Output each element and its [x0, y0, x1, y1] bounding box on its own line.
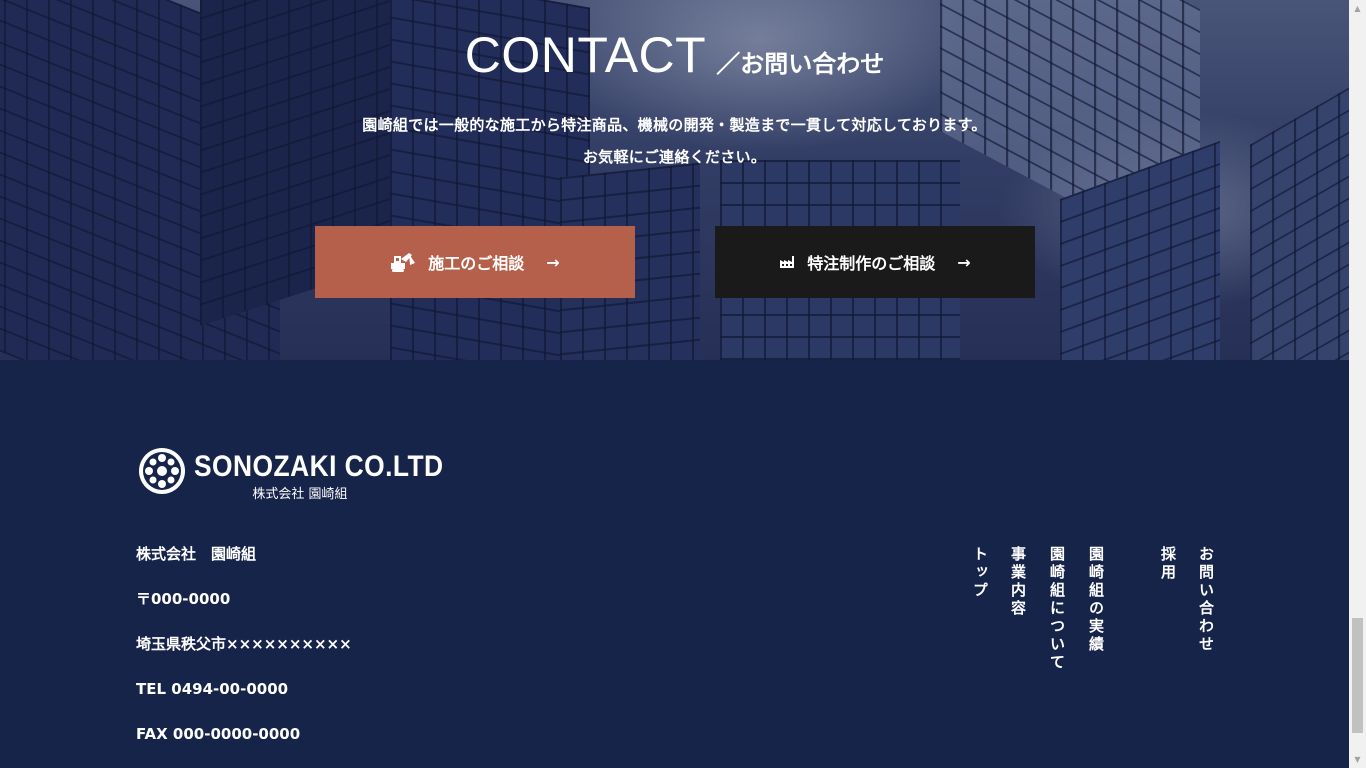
- company-logo[interactable]: SONOZAKI CO.LTD 株式会社 園崎組: [138, 447, 444, 502]
- phone-number: TEL 0494-00-0000: [136, 680, 289, 698]
- construction-consult-button[interactable]: 施工のご相談 →: [315, 226, 635, 298]
- postal-code: 〒000-0000: [136, 590, 231, 608]
- contact-description-line1: 園崎組では一般的な施工から特注商品、機械の開発・製造まで一貫して対応しております…: [362, 116, 987, 134]
- address: 埼玉県秩父市××××××××××: [136, 635, 352, 653]
- construction-consult-label: 施工のご相談: [428, 254, 525, 273]
- logo-emblem-icon: [138, 447, 186, 499]
- scrollbar-thumb[interactable]: [1352, 618, 1363, 733]
- excavator-icon: [390, 251, 416, 273]
- factory-icon: [779, 255, 795, 269]
- footer-nav-works[interactable]: 園崎組の実績: [1087, 546, 1105, 654]
- custom-order-consult-button[interactable]: 特注制作のご相談 →: [715, 226, 1035, 298]
- contact-section: CONTACT ／お問い合わせ 園崎組では一般的な施工から特注商品、機械の開発・製…: [0, 0, 1349, 360]
- contact-title-jp: ／お問い合わせ: [716, 51, 885, 78]
- footer-nav-about[interactable]: 園崎組について: [1048, 546, 1066, 672]
- company-name: 株式会社 園崎組: [136, 545, 257, 563]
- arrow-right-icon: →: [957, 252, 971, 272]
- site-footer: SONOZAKI CO.LTD 株式会社 園崎組 株式会社 園崎組 〒000-0…: [0, 360, 1349, 768]
- fax-number: FAX 000-0000-0000: [136, 725, 301, 743]
- footer-nav-recruit[interactable]: 採用: [1159, 546, 1177, 582]
- logo-company-name-jp: 株式会社 園崎組: [252, 486, 348, 502]
- contact-description-line2: お気軽にご連絡ください。: [582, 148, 767, 166]
- footer-nav-business[interactable]: 事業内容: [1009, 546, 1027, 618]
- custom-order-consult-label: 特注制作のご相談: [807, 254, 936, 273]
- logo-company-name-en: SONOZAKI CO.LTD: [194, 450, 444, 483]
- footer-nav-top[interactable]: トップ: [971, 546, 989, 600]
- vertical-scrollbar[interactable]: ▲ ▼: [1349, 0, 1366, 768]
- company-info: 株式会社 園崎組 〒000-0000 埼玉県秩父市×××××××××× TEL …: [136, 543, 352, 768]
- scroll-up-arrow-icon[interactable]: ▲: [1349, 0, 1366, 17]
- contact-title-en: CONTACT: [464, 27, 707, 83]
- arrow-right-icon: →: [546, 252, 560, 272]
- footer-nav-contact[interactable]: お問い合わせ: [1197, 546, 1215, 654]
- contact-heading: CONTACT ／お問い合わせ: [0, 26, 1349, 84]
- scroll-down-arrow-icon[interactable]: ▼: [1349, 751, 1366, 768]
